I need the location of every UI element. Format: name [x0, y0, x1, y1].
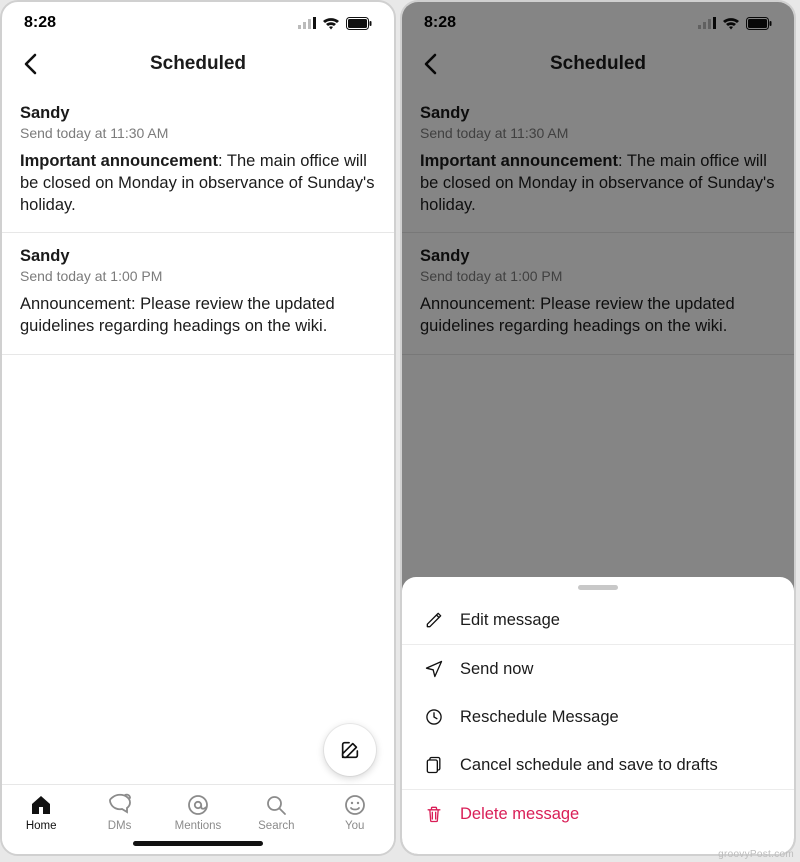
tab-label: DMs: [108, 820, 132, 832]
clock-icon: [424, 707, 444, 727]
search-icon: [264, 793, 288, 817]
tab-label: Mentions: [175, 820, 222, 832]
compose-icon: [339, 739, 361, 761]
message-list: Sandy Send today at 11:30 AM Important a…: [2, 90, 394, 784]
status-bar: 8:28: [2, 2, 394, 38]
tab-dms[interactable]: DMs: [90, 793, 150, 832]
cellular-icon: [298, 17, 316, 29]
pencil-icon: [424, 610, 444, 630]
trash-icon: [424, 804, 444, 824]
send-icon: [424, 659, 444, 679]
sheet-delete-message[interactable]: Delete message: [402, 790, 794, 838]
sheet-item-label: Send now: [460, 660, 533, 679]
message-schedule-time: Send today at 1:00 PM: [20, 268, 376, 284]
sheet-edit-message[interactable]: Edit message: [402, 596, 794, 645]
header: Scheduled: [2, 38, 394, 90]
dms-icon: [108, 793, 132, 817]
phone-right: 8:28 Scheduled Sandy Send today at 11:30…: [400, 0, 796, 856]
watermark: groovyPost.com: [718, 849, 794, 860]
tab-search[interactable]: Search: [246, 793, 306, 832]
chevron-left-icon: [23, 53, 37, 75]
tab-home[interactable]: Home: [11, 793, 71, 832]
tab-label: Home: [26, 820, 57, 832]
tab-label: You: [345, 820, 364, 832]
sheet-reschedule[interactable]: Reschedule Message: [402, 693, 794, 741]
message-body: Important announcement: The main office …: [20, 151, 376, 216]
sheet-item-label: Reschedule Message: [460, 708, 619, 727]
phone-left: 8:28 Scheduled Sandy Send today at 11:30…: [0, 0, 396, 856]
draft-icon: [424, 755, 444, 775]
you-icon: [343, 793, 367, 817]
action-sheet: Edit message Send now Reschedule Message…: [402, 577, 794, 854]
scheduled-message[interactable]: Sandy Send today at 11:30 AM Important a…: [2, 90, 394, 233]
status-icons: [298, 17, 372, 30]
scheduled-message[interactable]: Sandy Send today at 1:00 PM Announcement…: [2, 233, 394, 355]
message-schedule-time: Send today at 11:30 AM: [20, 125, 376, 141]
status-time: 8:28: [24, 14, 56, 32]
sheet-cancel-save-draft[interactable]: Cancel schedule and save to drafts: [402, 741, 794, 790]
message-sender: Sandy: [20, 247, 376, 266]
sheet-item-label: Delete message: [460, 805, 579, 824]
compose-button[interactable]: [324, 724, 376, 776]
message-sender: Sandy: [20, 104, 376, 123]
message-body: Announcement: Please review the updated …: [20, 294, 376, 338]
home-indicator: [133, 841, 263, 846]
sheet-send-now[interactable]: Send now: [402, 645, 794, 693]
battery-icon: [346, 17, 372, 30]
sheet-item-label: Edit message: [460, 611, 560, 630]
wifi-icon: [322, 17, 340, 30]
tab-mentions[interactable]: Mentions: [168, 793, 228, 832]
page-title: Scheduled: [2, 53, 394, 75]
back-button[interactable]: [16, 50, 44, 78]
tab-label: Search: [258, 820, 294, 832]
sheet-item-label: Cancel schedule and save to drafts: [460, 756, 718, 775]
home-icon: [29, 793, 53, 817]
tab-you[interactable]: You: [325, 793, 385, 832]
mentions-icon: [186, 793, 210, 817]
sheet-grabber[interactable]: [578, 585, 618, 590]
